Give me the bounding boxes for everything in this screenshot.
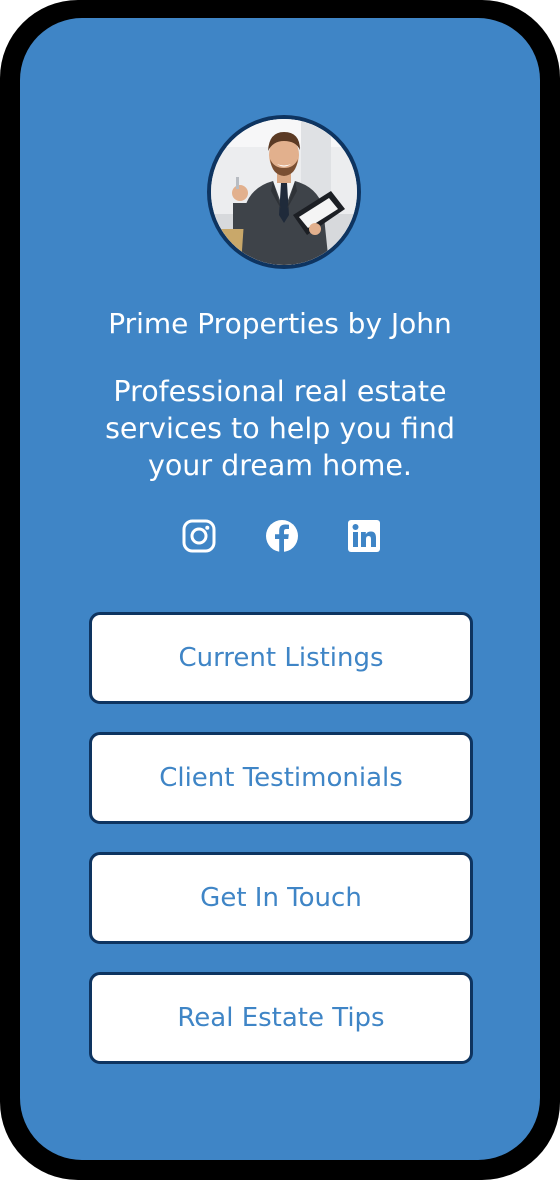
client-testimonials-button[interactable]: Client Testimonials: [89, 732, 473, 824]
get-in-touch-button[interactable]: Get In Touch: [89, 852, 473, 944]
profile-description: Professional real estate services to hel…: [105, 375, 455, 482]
real-estate-tips-button[interactable]: Real Estate Tips: [89, 972, 473, 1064]
profile-screen: Prime Properties by John Professional re…: [20, 18, 540, 1160]
linkedin-icon[interactable]: [346, 518, 382, 554]
facebook-icon[interactable]: [264, 518, 300, 554]
link-list: Current Listings Client Testimonials Get…: [89, 612, 473, 1092]
phone-frame: Prime Properties by John Professional re…: [0, 0, 560, 1180]
instagram-icon[interactable]: [181, 518, 217, 554]
avatar: [207, 115, 361, 269]
social-links: [180, 518, 380, 558]
current-listings-button[interactable]: Current Listings: [89, 612, 473, 704]
profile-name: Prime Properties by John: [108, 307, 452, 340]
